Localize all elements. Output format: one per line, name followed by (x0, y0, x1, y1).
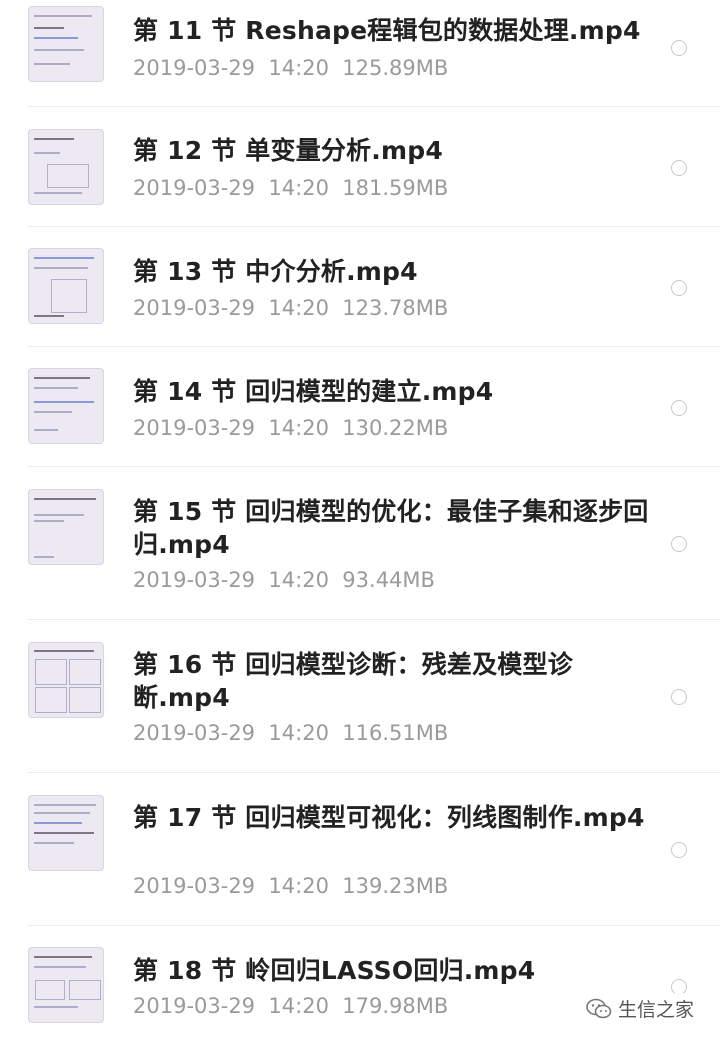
video-thumbnail (28, 129, 104, 205)
file-meta: 2019-03-29 14:20 181.59MB (133, 175, 448, 201)
file-meta: 2019-03-29 14:20 116.51MB (133, 720, 448, 746)
list-item[interactable]: 第 18 节 岭回归LASSO回归.mp4 2019-03-29 14:20 1… (0, 926, 720, 1042)
file-size: 181.59MB (342, 176, 449, 200)
file-name: 第 17 节 回归模型可视化：列线图制作.mp4 (133, 803, 645, 832)
list-item[interactable]: 第 14 节 回归模型的建立.mp4 2019-03-29 14:20 130.… (0, 347, 720, 467)
file-name: 第 14 节 回归模型的建立.mp4 (133, 377, 494, 406)
file-size: 130.22MB (342, 416, 449, 440)
video-thumbnail (28, 6, 104, 82)
select-radio[interactable] (671, 160, 687, 176)
file-meta: 2019-03-29 14:20 93.44MB (133, 567, 435, 593)
file-size: 93.44MB (342, 568, 435, 592)
file-name: 第 15 节 回归模型的优化：最佳子集和逐步回归.mp4 (133, 497, 649, 559)
file-time: 14:20 (268, 296, 329, 320)
file-meta: 2019-03-29 14:20 123.78MB (133, 295, 448, 321)
file-date: 2019-03-29 (133, 56, 256, 80)
video-thumbnail (28, 489, 104, 565)
video-thumbnail (28, 248, 104, 324)
file-time: 14:20 (268, 874, 329, 898)
file-time: 14:20 (268, 176, 329, 200)
file-name: 第 11 节 Reshape程辑包的数据处理.mp4 (133, 16, 641, 45)
list-item[interactable]: 第 12 节 单变量分析.mp4 2019-03-29 14:20 181.59… (0, 107, 720, 227)
file-name: 第 13 节 中介分析.mp4 (133, 257, 418, 286)
wechat-icon (586, 998, 612, 1020)
video-thumbnail (28, 368, 104, 444)
file-time: 14:20 (268, 994, 329, 1018)
file-size: 139.23MB (342, 874, 449, 898)
file-date: 2019-03-29 (133, 994, 256, 1018)
file-date: 2019-03-29 (133, 416, 256, 440)
list-item[interactable]: 第 15 节 回归模型的优化：最佳子集和逐步回归.mp4 2019-03-29 … (0, 467, 720, 620)
file-time: 14:20 (268, 56, 329, 80)
file-meta: 2019-03-29 14:20 125.89MB (133, 55, 448, 81)
select-radio[interactable] (671, 40, 687, 56)
watermark-text: 生信之家 (617, 999, 694, 1021)
select-radio[interactable] (671, 689, 687, 705)
select-radio[interactable] (671, 536, 687, 552)
list-item[interactable]: 第 17 节 回归模型可视化：列线图制作.mp4 2019-03-29 14:2… (0, 773, 720, 926)
video-thumbnail (28, 642, 104, 718)
file-meta: 2019-03-29 14:20 130.22MB (133, 415, 448, 441)
list-item[interactable]: 第 16 节 回归模型诊断：残差及模型诊断.mp4 2019-03-29 14:… (0, 620, 720, 773)
file-date: 2019-03-29 (133, 874, 256, 898)
file-size: 116.51MB (342, 721, 449, 745)
video-thumbnail (28, 947, 104, 1023)
file-date: 2019-03-29 (133, 721, 256, 745)
file-size: 123.78MB (342, 296, 449, 320)
list-item[interactable]: 第 11 节 Reshape程辑包的数据处理.mp4 2019-03-29 14… (0, 0, 720, 107)
file-size: 125.89MB (342, 56, 449, 80)
watermark: 生信之家 (581, 993, 698, 1024)
select-radio[interactable] (671, 400, 687, 416)
file-size: 179.98MB (342, 994, 449, 1018)
file-time: 14:20 (268, 721, 329, 745)
file-meta: 2019-03-29 14:20 139.23MB (133, 873, 448, 899)
file-name: 第 12 节 单变量分析.mp4 (133, 136, 443, 165)
file-date: 2019-03-29 (133, 568, 256, 592)
file-time: 14:20 (268, 568, 329, 592)
select-radio[interactable] (671, 842, 687, 858)
file-date: 2019-03-29 (133, 296, 256, 320)
file-date: 2019-03-29 (133, 176, 256, 200)
file-time: 14:20 (268, 416, 329, 440)
select-radio[interactable] (671, 280, 687, 296)
file-name: 第 18 节 岭回归LASSO回归.mp4 (133, 956, 536, 985)
file-meta: 2019-03-29 14:20 179.98MB (133, 993, 448, 1019)
file-name: 第 16 节 回归模型诊断：残差及模型诊断.mp4 (133, 650, 573, 712)
video-thumbnail (28, 795, 104, 871)
list-item[interactable]: 第 13 节 中介分析.mp4 2019-03-29 14:20 123.78M… (0, 227, 720, 347)
